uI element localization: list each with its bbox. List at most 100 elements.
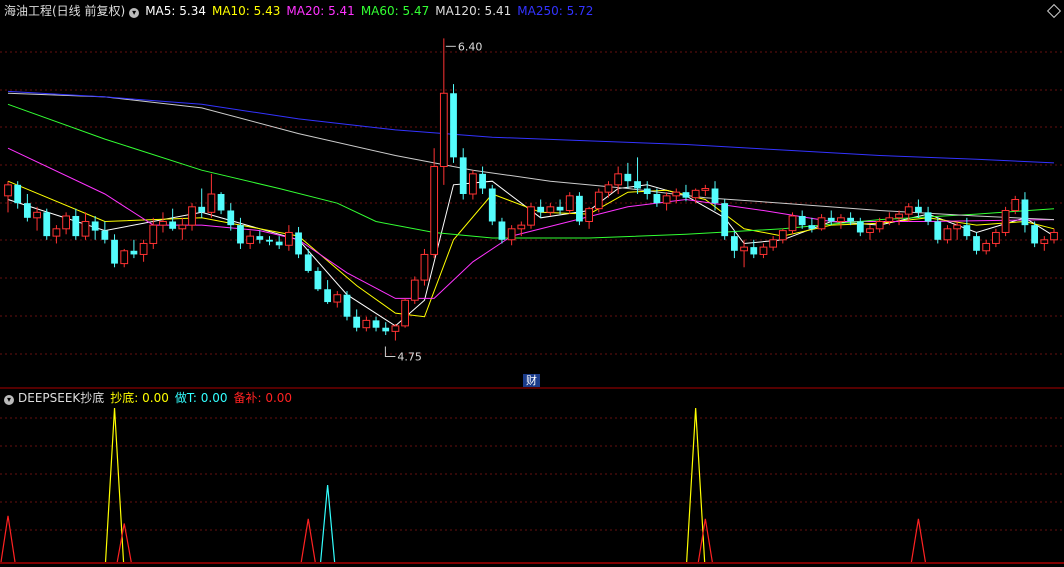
candle (333, 291, 342, 308)
candle-body-up (430, 166, 439, 255)
candle-body-up (672, 191, 681, 197)
indicator-panel[interactable] (0, 407, 926, 563)
ma-label-ma120: MA120: 5.41 (435, 4, 512, 18)
candlestick-panel[interactable]: 6.40 4.75 (4, 38, 1058, 364)
candle-body-up (740, 246, 748, 252)
candle-body-down (227, 210, 235, 226)
candle-body-down (169, 221, 177, 229)
candle-body-up (691, 189, 700, 199)
candle-body-up (895, 213, 903, 219)
candle-body-down (353, 316, 361, 328)
chevron-down-icon[interactable]: ▾ (4, 395, 14, 405)
candle-body-down (488, 188, 496, 222)
candle (304, 248, 312, 273)
candle (730, 230, 738, 259)
candle (256, 230, 264, 244)
low-pointer (384, 346, 396, 358)
candle (169, 208, 177, 231)
indicator-spike (697, 518, 713, 563)
candle-body-down (14, 184, 22, 204)
candle-body-up (943, 228, 952, 241)
candle (866, 225, 874, 240)
candle (14, 181, 22, 209)
financial-report-badge[interactable]: 财 (523, 374, 540, 387)
candle-body-up (439, 92, 448, 168)
candle-body-up (875, 220, 884, 230)
candle-body-down (750, 247, 758, 255)
high-price-label: 6.40 (458, 40, 483, 53)
candle (188, 203, 196, 231)
candle-body-down (275, 241, 283, 246)
candle (149, 217, 158, 249)
candle (498, 217, 506, 244)
candle-body-up (788, 215, 797, 232)
candle-body-up (468, 173, 477, 195)
chevron-down-icon[interactable]: ▾ (129, 8, 140, 18)
candles (4, 38, 1058, 341)
candle-body-up (769, 239, 778, 248)
candle-body-down (915, 206, 922, 213)
candle-body-up (52, 228, 61, 237)
candle-body-down (101, 230, 109, 240)
candle-body-down (798, 215, 806, 226)
candle (450, 84, 457, 163)
candle (778, 228, 787, 244)
indicator-spike (300, 518, 316, 563)
candle (934, 217, 942, 244)
candle-body-down (576, 195, 583, 222)
candle-body-up (4, 184, 12, 197)
candle-body-up (866, 228, 874, 233)
candle (130, 239, 138, 259)
candle-body-up (33, 211, 41, 219)
candle (711, 181, 719, 211)
candle (81, 212, 90, 240)
candle (391, 324, 400, 341)
candle (537, 199, 545, 218)
candle (159, 212, 167, 233)
candle (1031, 221, 1039, 248)
candle-body-up (1050, 231, 1058, 241)
indicator-series-label: 做T: 0.00 (174, 391, 228, 405)
candle (101, 221, 109, 244)
candle-body-down (237, 225, 244, 244)
candle (1050, 228, 1058, 244)
candle (420, 248, 429, 286)
ma-label-ma20: MA20: 5.41 (286, 4, 355, 18)
candle-body-down (643, 188, 651, 194)
candle-body-up (391, 325, 400, 332)
candle (314, 267, 322, 292)
candle-body-up (420, 253, 429, 281)
candle-body-up (778, 230, 787, 241)
candle-body-down (808, 225, 816, 229)
ma-label-ma5: MA5: 5.34 (145, 4, 206, 18)
candle-body-up (207, 193, 216, 213)
candle (585, 206, 594, 229)
candle-body-down (634, 181, 641, 189)
candle (721, 199, 729, 240)
candle-body-down (266, 239, 273, 242)
candle (284, 225, 293, 251)
candle (1001, 206, 1010, 237)
candle (207, 173, 216, 218)
indicator-spike (320, 484, 336, 563)
candle-body-up (517, 224, 526, 230)
candle-body-up (982, 242, 991, 252)
candle-body-down (556, 206, 564, 211)
grid-lines (0, 51, 1064, 531)
candle (382, 322, 390, 336)
candle-body-up (885, 217, 894, 222)
candle-body-down (624, 173, 632, 182)
candle (120, 248, 129, 268)
candle (111, 234, 118, 268)
candle-body-down (198, 206, 206, 213)
candle-body-up (246, 235, 255, 244)
candle-body-down (1031, 225, 1039, 244)
candle (624, 162, 632, 189)
candle-body-down (711, 188, 719, 204)
candle-body-down (682, 192, 690, 198)
candle-body-down (343, 294, 351, 317)
candle (576, 192, 583, 226)
candle-body-up (614, 173, 623, 186)
candle-body-down (111, 239, 118, 264)
candle-body-up (837, 217, 845, 222)
